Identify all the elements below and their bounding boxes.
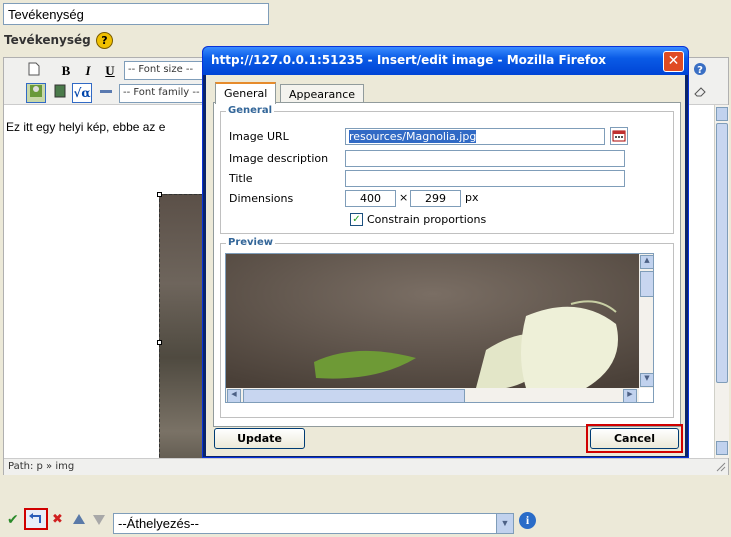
constrain-checkbox[interactable]: ✓: [350, 213, 363, 226]
delete-icon[interactable]: ✖: [52, 512, 66, 527]
editor-statusbar: Path: p » img: [4, 458, 728, 475]
preview-vscroll[interactable]: ▲ ▼: [639, 254, 653, 388]
help-icon[interactable]: ?: [96, 32, 113, 49]
preview-legend: Preview: [226, 237, 276, 248]
check-icon[interactable]: ✔: [7, 512, 21, 528]
help-circle-icon[interactable]: ?: [690, 61, 710, 81]
height-field[interactable]: 299: [410, 190, 461, 207]
eraser-icon[interactable]: [690, 83, 710, 103]
preview-fieldset: Preview ▲ ▼ ◀ ▶: [220, 237, 674, 418]
math-icon[interactable]: √α: [72, 83, 92, 103]
constrain-label: Constrain proportions: [367, 213, 487, 226]
tab-panel: General Image URL resources/Magnolia.jpg…: [213, 102, 681, 427]
field-label: Tevékenység: [4, 33, 91, 47]
chevron-down-icon[interactable]: ▼: [496, 514, 513, 533]
cancel-button[interactable]: Cancel: [590, 428, 679, 449]
title-field[interactable]: [345, 170, 625, 187]
bold-button[interactable]: B: [56, 61, 76, 81]
resize-handle[interactable]: [157, 340, 162, 345]
preview-hscroll[interactable]: ◀ ▶: [226, 388, 639, 402]
title-label: Title: [229, 172, 253, 185]
dimensions-label: Dimensions: [229, 192, 294, 205]
font-family-select[interactable]: -- Font family --: [119, 84, 204, 103]
preview-image: [226, 254, 639, 388]
new-document-icon[interactable]: [24, 61, 44, 81]
close-icon[interactable]: ✕: [663, 51, 684, 72]
image-url-label: Image URL: [229, 130, 289, 143]
dialog-titlebar[interactable]: http://127.0.0.1:51235 - Insert/edit ima…: [203, 47, 688, 75]
image-description-label: Image description: [229, 152, 329, 165]
tab-general[interactable]: General: [215, 82, 277, 104]
tab-appearance[interactable]: Appearance: [280, 84, 365, 104]
update-button[interactable]: Update: [214, 428, 305, 449]
undo-icon[interactable]: [24, 508, 48, 530]
content-text: Ez itt egy helyi kép, ebbe az e: [6, 120, 166, 134]
svg-text:?: ?: [697, 65, 703, 76]
preview-frame: ▲ ▼ ◀ ▶: [225, 253, 654, 403]
move-up-icon[interactable]: [72, 513, 86, 525]
general-fieldset: General Image URL resources/Magnolia.jpg…: [220, 105, 674, 234]
font-size-select[interactable]: -- Font size --: [124, 61, 204, 80]
editor-scrollbar[interactable]: [714, 105, 729, 458]
browse-icon[interactable]: [610, 127, 628, 145]
italic-button[interactable]: I: [78, 61, 98, 81]
media-icon[interactable]: [50, 83, 70, 103]
selected-image[interactable]: [157, 192, 207, 458]
status-path: Path: p » img: [8, 461, 75, 472]
width-field[interactable]: 400: [345, 190, 396, 207]
resize-handle[interactable]: [157, 192, 162, 197]
dialog-body: General Appearance General Image URL res…: [206, 75, 685, 456]
dialog-title: http://127.0.0.1:51235 - Insert/edit ima…: [211, 53, 607, 67]
general-legend: General: [226, 105, 274, 116]
horizontal-rule-icon[interactable]: [96, 83, 116, 103]
title-input[interactable]: Tevékenység: [3, 3, 269, 25]
move-down-icon[interactable]: [92, 514, 106, 526]
image-description-field[interactable]: [345, 150, 625, 167]
info-icon[interactable]: i: [519, 512, 536, 529]
insert-image-dialog: http://127.0.0.1:51235 - Insert/edit ima…: [202, 46, 689, 458]
underline-button[interactable]: U: [100, 61, 120, 81]
move-select-value: --Áthelyezés--: [118, 516, 199, 531]
image-insert-icon[interactable]: [26, 83, 46, 103]
move-select[interactable]: --Áthelyezés-- ▼: [113, 513, 514, 534]
dimension-separator: ×: [399, 191, 409, 204]
image-url-field[interactable]: resources/Magnolia.jpg: [345, 128, 605, 145]
resize-grip-icon[interactable]: [714, 460, 726, 472]
unit-label: px: [465, 191, 479, 204]
